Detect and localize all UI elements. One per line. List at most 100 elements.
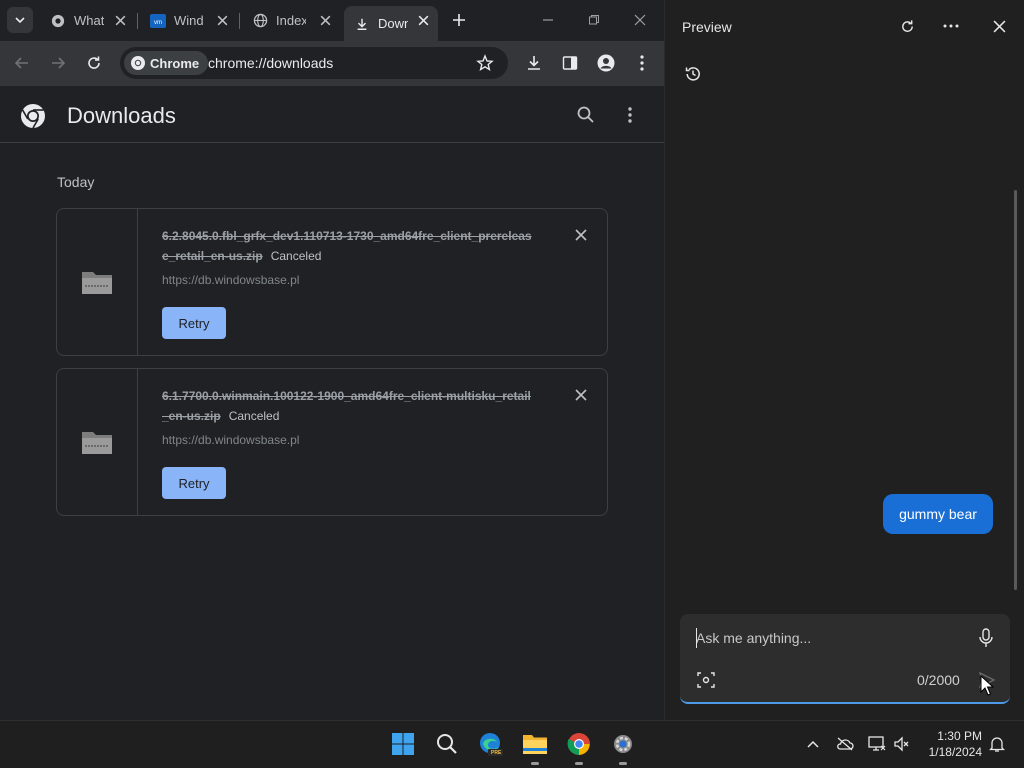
downloads-button[interactable] <box>524 53 544 73</box>
taskbar-clock[interactable]: 1:30 PM 1/18/2024 <box>920 728 982 760</box>
tab-strip: What vm Wind Index Down <box>0 0 664 41</box>
site-chip-label: Chrome <box>150 55 200 71</box>
chevron-up-icon <box>807 740 819 748</box>
close-window-button[interactable] <box>630 10 650 30</box>
site-info-chip[interactable]: Chrome <box>124 51 209 75</box>
retry-button[interactable]: Retry <box>162 307 226 339</box>
chrome-favicon-icon <box>50 13 66 29</box>
remove-download-icon[interactable] <box>574 228 588 242</box>
download-status: Canceled <box>228 409 280 423</box>
refresh-button[interactable] <box>897 16 917 36</box>
folder-icon <box>523 735 547 754</box>
chrome-logo-icon <box>131 56 145 70</box>
browser-window: What vm Wind Index Down Chrome chrome://… <box>0 0 664 720</box>
bookmark-star-icon[interactable] <box>476 54 494 72</box>
minimize-icon <box>543 19 553 21</box>
taskbar-search-button[interactable] <box>434 731 460 757</box>
more-horizontal-icon <box>943 24 959 28</box>
reload-icon <box>88 56 100 69</box>
address-bar[interactable]: Chrome chrome://downloads <box>120 47 508 79</box>
taskbar-file-explorer-button[interactable] <box>522 731 548 757</box>
file-icon-column <box>57 209 138 355</box>
side-panel-button[interactable] <box>560 53 580 73</box>
new-tab-icon[interactable] <box>450 11 468 29</box>
microphone-icon[interactable] <box>977 628 995 648</box>
download-item: 6.1.7700.0.winmain.100122-1900_amd64fre_… <box>56 368 608 516</box>
tab-whatsnew[interactable]: What <box>40 6 135 35</box>
running-indicator <box>619 762 627 765</box>
taskbar-chrome-button[interactable] <box>566 731 592 757</box>
zip-file-icon <box>82 432 112 454</box>
retry-button[interactable]: Retry <box>162 467 226 499</box>
chat-input[interactable]: Ask me anything... <box>696 630 811 646</box>
more-vertical-icon <box>640 55 644 71</box>
edge-pre-badge: PRE <box>491 750 502 756</box>
volume-tray-button[interactable] <box>893 735 911 753</box>
search-icon <box>437 734 457 754</box>
tab-windows[interactable]: vm Wind <box>140 6 237 35</box>
back-button[interactable] <box>12 53 32 73</box>
vmware-favicon-icon: vm <box>150 13 166 29</box>
close-tab-icon[interactable] <box>216 14 229 27</box>
text-caret <box>696 628 697 648</box>
chrome-menu-button[interactable] <box>632 53 652 73</box>
page-title: Downloads <box>67 103 176 128</box>
arrow-left-icon <box>14 57 28 69</box>
globe-icon <box>252 13 268 29</box>
date-section-label: Today <box>57 174 95 190</box>
arrow-right-icon <box>52 57 66 69</box>
download-filename[interactable]: 6.2.8045.0.fbl_grfx_dev1.110713-1730_amd… <box>162 229 532 263</box>
close-tab-icon[interactable] <box>114 14 127 27</box>
close-tab-icon[interactable] <box>319 14 332 27</box>
tab-title: Down <box>378 16 408 31</box>
tab-index[interactable]: Index <box>242 6 340 35</box>
download-filename[interactable]: 6.1.7700.0.winmain.100122-1900_amd64fre_… <box>162 389 531 423</box>
taskbar-edge-button[interactable]: PRE <box>478 731 504 757</box>
close-icon <box>993 20 1005 32</box>
reload-button[interactable] <box>84 53 104 73</box>
url-text: chrome://downloads <box>208 55 334 71</box>
running-indicator <box>575 762 583 765</box>
close-tab-icon[interactable] <box>417 14 430 27</box>
start-button[interactable] <box>390 731 416 757</box>
refresh-icon <box>901 19 913 32</box>
desktop: What vm Wind Index Down Chrome chrome://… <box>0 0 1024 768</box>
pane-close-button[interactable] <box>989 16 1009 36</box>
download-icon <box>528 56 540 70</box>
tab-divider <box>137 13 138 29</box>
downloads-page: Downloads Today 6.2.8045.0.fbl_grfx_dev1… <box>0 86 664 720</box>
download-source-url[interactable]: https://db.windowsbase.pl <box>162 273 299 287</box>
remove-download-icon[interactable] <box>574 388 588 402</box>
onedrive-tray-button[interactable] <box>836 735 854 753</box>
file-icon-column <box>57 369 138 515</box>
restore-icon <box>589 15 599 25</box>
tab-downloads[interactable]: Down <box>344 6 438 41</box>
history-icon[interactable] <box>684 65 702 83</box>
show-hidden-icons-button[interactable] <box>804 735 822 753</box>
network-tray-button[interactable] <box>868 735 886 753</box>
mouse-pointer-icon <box>980 675 994 696</box>
chat-scrollbar[interactable] <box>1014 190 1017 590</box>
network-monitor-icon <box>868 736 886 751</box>
tab-search-button[interactable] <box>7 7 33 33</box>
restore-button[interactable] <box>584 10 604 30</box>
forward-button[interactable] <box>48 53 68 73</box>
zip-file-icon <box>82 272 112 294</box>
taskbar-settings-button[interactable] <box>610 731 636 757</box>
profile-button[interactable] <box>596 53 616 73</box>
tab-title: Index <box>276 13 306 28</box>
chat-composer: Ask me anything... 0/2000 <box>680 614 1010 704</box>
search-icon[interactable] <box>576 105 596 125</box>
screen-capture-icon[interactable] <box>697 671 715 689</box>
chrome-logo-icon <box>21 104 45 129</box>
more-vertical-icon[interactable] <box>620 105 640 125</box>
browser-toolbar: Chrome chrome://downloads <box>0 41 664 86</box>
notifications-button[interactable] <box>988 735 1006 753</box>
chrome-logo-icon <box>567 733 590 755</box>
profile-avatar-icon <box>597 54 615 72</box>
svg-text:vm: vm <box>154 20 162 26</box>
pane-more-button[interactable] <box>941 16 961 36</box>
download-icon <box>354 16 370 32</box>
download-source-url[interactable]: https://db.windowsbase.pl <box>162 433 299 447</box>
minimize-button[interactable] <box>538 10 558 30</box>
